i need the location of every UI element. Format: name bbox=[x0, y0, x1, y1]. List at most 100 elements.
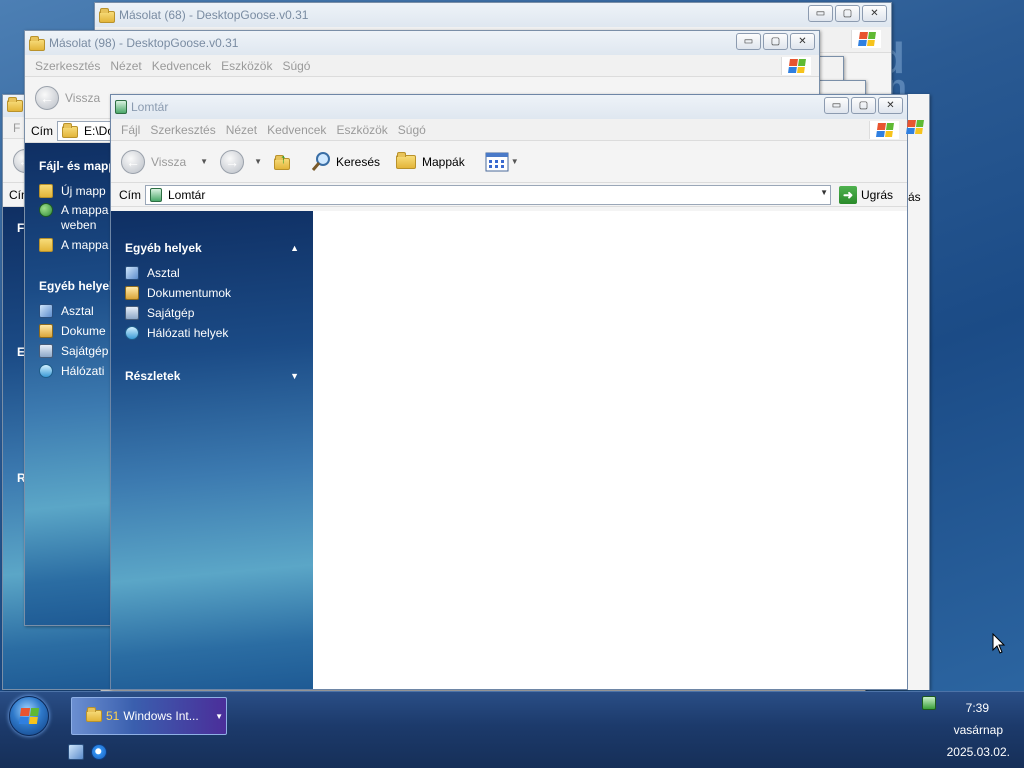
my-computer-icon bbox=[39, 344, 53, 358]
back-icon[interactable]: ← bbox=[121, 149, 145, 174]
network-places-icon bbox=[125, 326, 139, 340]
new-folder-icon bbox=[39, 184, 53, 198]
internet-explorer-icon[interactable] bbox=[91, 744, 107, 760]
desktop-icon bbox=[125, 266, 139, 280]
place-label: Dokumentumok bbox=[147, 286, 232, 300]
file-list-area[interactable] bbox=[313, 211, 907, 689]
other-places-heading[interactable]: Egyéb helyek ▲ bbox=[111, 241, 313, 255]
collapse-chevron-icon[interactable]: ▲ bbox=[290, 243, 299, 253]
windows-logo-icon bbox=[781, 57, 811, 75]
address-field[interactable]: Lomtár ▼ bbox=[145, 184, 831, 205]
forward-icon[interactable]: → bbox=[220, 149, 245, 174]
menu-view[interactable]: Nézet bbox=[224, 123, 265, 137]
place-network[interactable]: Hálózati bbox=[25, 361, 115, 381]
minimize-button[interactable]: ▭ bbox=[808, 5, 833, 22]
search-icon[interactable]: Keresés bbox=[310, 151, 380, 173]
taskbar-group-button[interactable]: 51 Windows Int... ▼ bbox=[71, 697, 227, 735]
back-dropdown-icon[interactable]: ▼ bbox=[200, 157, 208, 166]
address-label: Cím bbox=[119, 187, 141, 202]
documents-icon bbox=[39, 324, 53, 338]
window-title: Másolat (68) - DesktopGoose.v0.31 bbox=[119, 8, 309, 22]
place-documents[interactable]: Dokumentumok bbox=[111, 283, 313, 303]
address-label: Cím bbox=[31, 123, 53, 138]
other-places-heading[interactable]: Egyéb helyek bbox=[25, 279, 116, 293]
minimize-button[interactable]: ▭ bbox=[824, 97, 849, 114]
back-icon[interactable]: ← bbox=[35, 85, 59, 110]
place-documents[interactable]: Dokume bbox=[25, 321, 115, 341]
menu-edit[interactable]: Szerkesztés bbox=[33, 59, 108, 73]
close-button[interactable]: ✕ bbox=[862, 5, 887, 22]
maximize-button[interactable]: ▢ bbox=[835, 5, 860, 22]
task-pane: Fájl- és mapp Új mapp A mappa weben A ma… bbox=[25, 143, 116, 625]
menu-view[interactable]: Nézet bbox=[108, 59, 149, 73]
window-title: Lomtár bbox=[131, 100, 169, 114]
place-label: Sajátgép bbox=[147, 306, 195, 320]
place-desktop[interactable]: Asztal bbox=[25, 301, 115, 321]
show-desktop-icon[interactable] bbox=[68, 744, 84, 760]
task-pane: Egyéb helyek ▲ Asztal Dokumentumok Saját… bbox=[111, 211, 313, 689]
windows-start-icon bbox=[18, 708, 40, 724]
windows-logo-icon bbox=[851, 30, 881, 48]
title-bar[interactable]: Másolat (98) - DesktopGoose.v0.31 ▭ ▢ ✕ bbox=[25, 31, 819, 55]
address-field[interactable]: E:\Do bbox=[57, 120, 117, 141]
group-dropdown-icon[interactable]: ▼ bbox=[215, 712, 223, 721]
toolbar: ← Vissza ▼ → ▼ ↑ Keresés Mappák ▼ bbox=[111, 141, 907, 183]
menu-edit[interactable]: Szerkesztés bbox=[148, 123, 223, 137]
recycle-bin-icon bbox=[150, 187, 162, 202]
place-label: Hálózati helyek bbox=[147, 326, 229, 340]
clock-time[interactable]: 7:39 bbox=[966, 701, 989, 715]
menu-favorites[interactable]: Kedvencek bbox=[150, 59, 219, 73]
expand-chevron-icon[interactable]: ▼ bbox=[290, 371, 299, 381]
title-bar[interactable]: Másolat (68) - DesktopGoose.v0.31 ▭ ▢ ✕ bbox=[95, 3, 891, 27]
task-share-folder[interactable]: A mappa bbox=[25, 235, 115, 255]
menu-bar: Szerkesztés Nézet Kedvencek Eszközök Súg… bbox=[25, 55, 819, 77]
address-dropdown-icon[interactable]: ▼ bbox=[820, 188, 828, 197]
title-bar[interactable]: Lomtár ▭ ▢ ✕ bbox=[111, 95, 907, 119]
close-button[interactable]: ✕ bbox=[790, 33, 815, 50]
start-button[interactable] bbox=[9, 696, 49, 736]
minimize-button[interactable]: ▭ bbox=[736, 33, 761, 50]
file-tasks-heading[interactable]: Fájl- és mapp bbox=[25, 159, 116, 173]
recycle-bin-icon bbox=[115, 100, 127, 114]
close-button[interactable]: ✕ bbox=[878, 97, 903, 114]
up-folder-icon[interactable]: ↑ bbox=[273, 151, 294, 171]
place-label: Asztal bbox=[147, 266, 180, 280]
place-desktop[interactable]: Asztal bbox=[111, 263, 313, 283]
maximize-button[interactable]: ▢ bbox=[763, 33, 788, 50]
details-heading[interactable]: Részletek ▼ bbox=[111, 369, 313, 383]
place-network[interactable]: Hálózati helyek bbox=[111, 323, 313, 343]
task-new-folder[interactable]: Új mapp bbox=[25, 181, 115, 201]
views-icon[interactable]: ▼ bbox=[485, 152, 519, 172]
maximize-button[interactable]: ▢ bbox=[851, 97, 876, 114]
recycle-bin-window[interactable]: Lomtár ▭ ▢ ✕ Fájl Szerkesztés Nézet Kedv… bbox=[110, 94, 908, 690]
forward-dropdown-icon[interactable]: ▼ bbox=[254, 157, 262, 166]
go-button[interactable]: ➜ Ugrás bbox=[835, 185, 897, 204]
place-my-computer[interactable]: Sajátgép bbox=[25, 341, 115, 361]
menu-file[interactable]: Fájl bbox=[119, 123, 148, 137]
menu-help[interactable]: Súgó bbox=[280, 59, 318, 73]
group-label: Windows Int... bbox=[123, 709, 199, 723]
windows-logo-icon bbox=[869, 121, 899, 139]
address-value: Lomtár bbox=[168, 187, 206, 202]
menu-help[interactable]: Súgó bbox=[396, 123, 434, 137]
menu-tools[interactable]: Eszközök bbox=[334, 123, 395, 137]
place-my-computer[interactable]: Sajátgép bbox=[111, 303, 313, 323]
go-arrow-icon: ➜ bbox=[839, 185, 857, 204]
go-label: Ugrás bbox=[861, 187, 894, 202]
desktop-icon bbox=[39, 304, 53, 318]
clock-day: vasárnap bbox=[953, 723, 1003, 737]
back-label[interactable]: Vissza bbox=[65, 91, 100, 105]
network-tray-icon[interactable] bbox=[922, 696, 936, 710]
taskbar: 51 Windows Int... ▼ 7:39 vasárnap 2025.0… bbox=[0, 691, 1024, 768]
clock-date: 2025.03.02. bbox=[946, 745, 1010, 759]
menu-tools[interactable]: Eszközök bbox=[219, 59, 280, 73]
task-publish-web[interactable]: A mappa weben bbox=[25, 201, 115, 235]
windows-logo-icon bbox=[904, 118, 926, 136]
menu-favorites[interactable]: Kedvencek bbox=[265, 123, 334, 137]
background-window-strip: ás bbox=[906, 94, 930, 690]
mouse-cursor-icon bbox=[992, 633, 1006, 654]
back-label[interactable]: Vissza bbox=[151, 155, 186, 169]
share-folder-icon bbox=[39, 238, 53, 252]
folder-icon bbox=[99, 7, 115, 23]
folders-button[interactable]: Mappák bbox=[396, 151, 465, 169]
